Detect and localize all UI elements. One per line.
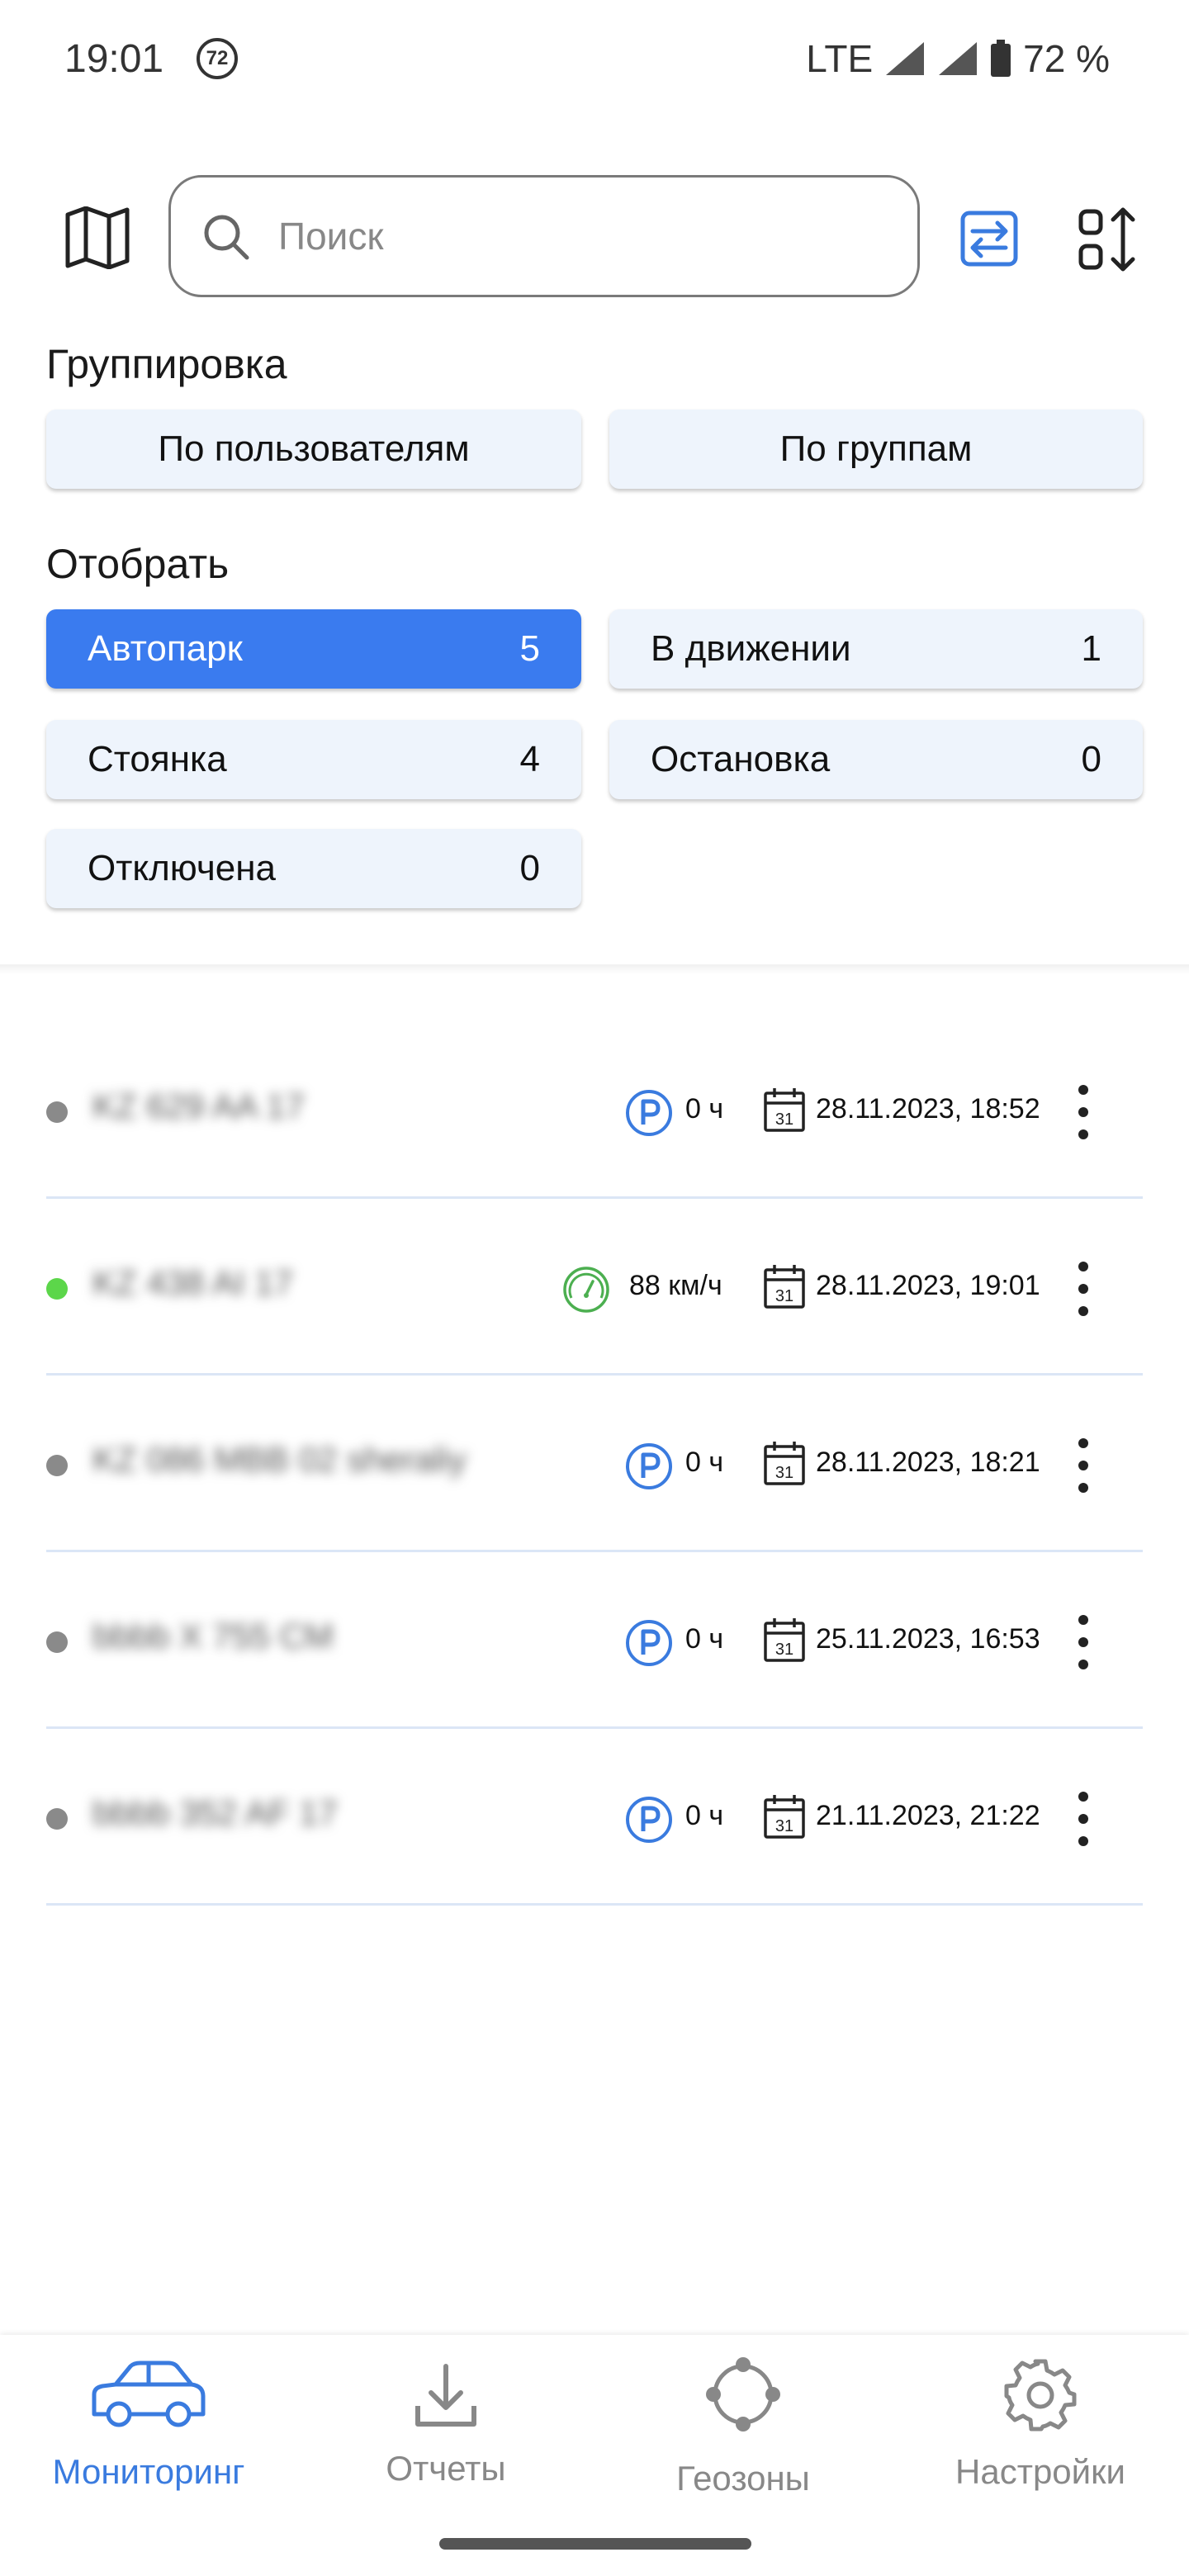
vehicle-plate: KZ 086 MBB 02 sheraliy <box>92 1440 467 1479</box>
status-dot <box>46 1278 68 1300</box>
calendar-icon: 31 <box>764 1442 805 1485</box>
battery-icon <box>991 40 1011 77</box>
search-input[interactable] <box>277 213 891 259</box>
filter-stopped[interactable]: Остановка 0 <box>609 720 1143 799</box>
parking-duration: 0 ч <box>685 1447 724 1478</box>
calendar-icon: 31 <box>764 1265 805 1309</box>
nav-label: Настройки <box>955 2452 1125 2491</box>
vehicle-row[interactable]: bbbb X 755 CM 0 ч 31 25.11.2023, 16:53 <box>46 1554 1143 1729</box>
last-update: 28.11.2023, 19:01 <box>816 1270 1040 1301</box>
filter-count: 0 <box>519 848 540 888</box>
vehicle-row[interactable]: KZ 086 MBB 02 sheraliy 0 ч 31 28.11.2023… <box>46 1377 1143 1552</box>
gear-icon <box>1004 2359 1077 2432</box>
nav-label: Геозоны <box>676 2459 810 2498</box>
search-box[interactable] <box>168 175 920 297</box>
status-indicators: LTE 72 % <box>806 36 1110 81</box>
parking-icon <box>626 1620 672 1666</box>
search-toolbar <box>0 173 1189 299</box>
svg-text:31: 31 <box>775 1641 793 1659</box>
notification-badge: 72 <box>197 38 238 79</box>
parking-duration: 0 ч <box>685 1623 724 1655</box>
nav-geozones[interactable]: Геозоны <box>594 2335 892 2533</box>
vehicle-plate: bbbb X 755 CM <box>92 1617 334 1655</box>
search-icon <box>204 215 249 260</box>
speedometer-icon <box>563 1267 609 1313</box>
calendar-icon: 31 <box>764 1618 805 1662</box>
filter-parking[interactable]: Стоянка 4 <box>46 720 581 799</box>
download-icon <box>415 2364 476 2427</box>
vehicle-row[interactable]: KZ 438 AI 17 88 км/ч 31 28.11.2023, 19:0… <box>46 1200 1143 1376</box>
filter-count: 0 <box>1081 739 1101 779</box>
filter-count: 5 <box>519 628 540 669</box>
filter-label: Стоянка <box>88 739 227 779</box>
parking-icon <box>626 1443 672 1489</box>
group-by-users-button[interactable]: По пользователям <box>46 410 581 489</box>
filter-label: В движении <box>651 628 851 669</box>
last-update: 25.11.2023, 16:53 <box>816 1623 1040 1655</box>
parking-duration: 0 ч <box>685 1800 724 1831</box>
filter-moving[interactable]: В движении 1 <box>609 609 1143 689</box>
calendar-icon: 31 <box>764 1088 805 1132</box>
last-update: 28.11.2023, 18:52 <box>816 1093 1040 1125</box>
signal-icon <box>939 42 978 75</box>
filter-disabled[interactable]: Отключена 0 <box>46 829 581 908</box>
grouping-title: Группировка <box>46 341 287 387</box>
more-options-icon[interactable] <box>1067 1438 1100 1493</box>
last-update: 28.11.2023, 18:21 <box>816 1447 1040 1478</box>
nav-label: Отчеты <box>386 2449 506 2488</box>
svg-text:31: 31 <box>775 1287 793 1305</box>
vehicle-plate: bbbb 352 AF 17 <box>92 1793 338 1832</box>
vehicle-row[interactable]: KZ 629 AA 17 0 ч 31 28.11.2023, 18:52 <box>46 1024 1143 1199</box>
nav-monitoring[interactable]: Мониторинг <box>0 2335 297 2533</box>
status-dot <box>46 1455 68 1476</box>
current-speed: 88 км/ч <box>629 1270 722 1301</box>
filter-count: 1 <box>1081 628 1101 669</box>
vehicle-plate: KZ 629 AA 17 <box>92 1087 305 1125</box>
last-update: 21.11.2023, 21:22 <box>816 1800 1040 1831</box>
svg-text:31: 31 <box>775 1817 793 1835</box>
nav-reports[interactable]: Отчеты <box>297 2335 594 2533</box>
more-options-icon[interactable] <box>1067 1262 1100 1316</box>
svg-text:31: 31 <box>775 1110 793 1129</box>
signal-icon <box>886 42 925 75</box>
filter-label: Отключена <box>88 848 276 888</box>
map-icon[interactable] <box>64 206 130 269</box>
filter-title: Отобрать <box>46 541 230 587</box>
more-options-icon[interactable] <box>1067 1615 1100 1669</box>
filter-fleet[interactable]: Автопарк 5 <box>46 609 581 689</box>
status-time: 19:01 <box>64 37 164 81</box>
parking-icon <box>626 1090 672 1136</box>
parking-icon <box>626 1797 672 1843</box>
svg-text:31: 31 <box>775 1464 793 1482</box>
more-options-icon[interactable] <box>1067 1085 1100 1139</box>
status-dot <box>46 1808 68 1830</box>
battery-level: 72 % <box>1023 37 1110 80</box>
calendar-icon: 31 <box>764 1795 805 1839</box>
nav-settings[interactable]: Настройки <box>892 2335 1189 2533</box>
car-icon <box>92 2361 206 2427</box>
vehicle-row[interactable]: bbbb 352 AF 17 0 ч 31 21.11.2023, 21:22 <box>46 1731 1143 1906</box>
filter-label: Остановка <box>651 739 831 779</box>
vehicle-plate: KZ 438 AI 17 <box>92 1263 293 1302</box>
nav-label: Мониторинг <box>52 2452 245 2491</box>
home-indicator[interactable] <box>439 2538 751 2550</box>
geozone-icon <box>706 2357 780 2432</box>
filter-count: 4 <box>519 739 540 779</box>
network-type: LTE <box>806 37 874 80</box>
status-dot <box>46 1631 68 1653</box>
group-by-groups-button[interactable]: По группам <box>609 410 1143 489</box>
status-dot <box>46 1101 68 1123</box>
parking-duration: 0 ч <box>685 1093 724 1125</box>
swap-icon[interactable] <box>959 210 1019 268</box>
status-bar: 19:01 72 LTE 72 % <box>0 0 1189 124</box>
more-options-icon[interactable] <box>1067 1792 1100 1846</box>
sort-icon[interactable] <box>1078 206 1141 272</box>
filter-label: Автопарк <box>88 628 243 669</box>
panel-divider <box>0 964 1189 974</box>
